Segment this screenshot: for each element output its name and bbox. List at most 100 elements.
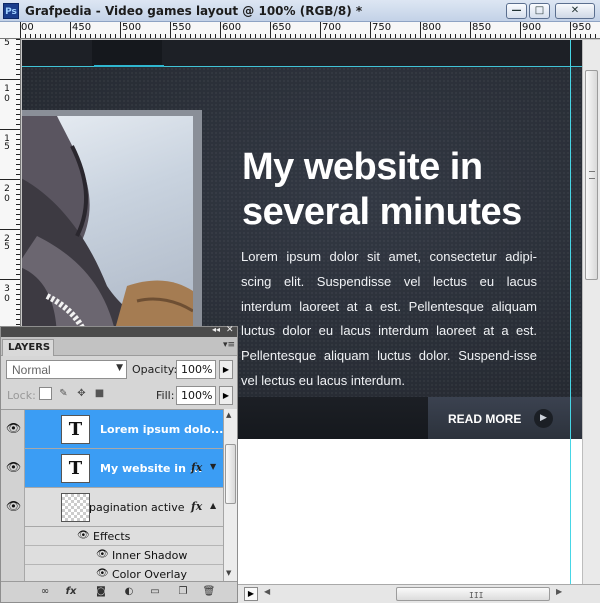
hero-photo [22, 116, 193, 340]
layer-list-scroll-thumb[interactable] [225, 444, 236, 504]
eye-icon[interactable]: 👁 [96, 568, 109, 579]
panel-header[interactable]: ◂◂ ✕ [1, 325, 237, 337]
fill-dropdown-icon[interactable]: ▶ [219, 386, 233, 405]
group-icon[interactable]: ▭ [147, 585, 163, 599]
effect-row[interactable]: 👁 Color Overlay [1, 565, 223, 581]
ruler-tick [0, 179, 20, 180]
ruler-minor-tick [390, 34, 391, 38]
ruler-tick [16, 214, 20, 215]
maximize-button[interactable]: □ [529, 3, 550, 19]
grip-icon [589, 171, 595, 179]
eye-icon[interactable]: 👁 [96, 549, 109, 560]
lock-transparency-icon[interactable] [39, 387, 52, 400]
ruler-minor-tick [505, 34, 506, 38]
lock-image-brush-icon[interactable]: ✎ [57, 387, 70, 400]
close-panel-icon[interactable]: ✕ [226, 325, 234, 335]
eye-icon[interactable]: 👁 [6, 422, 21, 434]
ruler-label: 0 [4, 194, 10, 204]
ruler-minor-tick [65, 34, 66, 38]
collapse-effects-icon[interactable]: ▲ [210, 501, 216, 510]
document-status-bar: ▶ ◀ III ▶ [238, 584, 600, 603]
opacity-dropdown-icon[interactable]: ▶ [219, 360, 233, 379]
fx-icon[interactable]: fx [63, 585, 79, 599]
ruler-tick [16, 319, 20, 320]
layer-row[interactable]: 👁 T Lorem ipsum dolo... [1, 410, 223, 449]
link-icon[interactable]: ∞ [37, 585, 53, 599]
horizontal-ruler[interactable]: 00 450 500 550 600 650 700 750 800 850 900 950 [0, 22, 600, 39]
scroll-right-icon[interactable]: ▶ [556, 587, 562, 596]
hero-title-line-1: My website in [242, 146, 483, 188]
ruler-minor-tick [595, 34, 596, 38]
ruler-label: 450 [72, 22, 92, 33]
ruler-tick [16, 264, 20, 265]
trash-icon[interactable]: 🗑 [201, 585, 217, 599]
ruler-tick [16, 64, 20, 65]
panel-menu-icon[interactable]: ▾≡ [223, 340, 235, 350]
hero-title-line-2: several minutes [242, 191, 522, 233]
ruler-tick [16, 124, 20, 125]
scroll-left-icon[interactable]: ◀ [264, 587, 270, 596]
ruler-minor-tick [350, 34, 351, 38]
layer-row[interactable]: 👁 pagination active fx ▲ [1, 488, 223, 527]
ruler-tick [16, 204, 20, 205]
ruler-minor-tick [215, 34, 216, 38]
ruler-minor-tick [40, 34, 41, 38]
new-layer-icon[interactable]: ❐ [175, 585, 191, 599]
ruler-minor-tick [430, 34, 431, 38]
eye-icon[interactable]: 👁 [6, 500, 21, 512]
play-icon[interactable]: ▶ [244, 587, 258, 601]
ruler-minor-tick [30, 34, 31, 38]
lock-all-icon[interactable]: ■ [93, 387, 106, 400]
eye-icon[interactable]: 👁 [77, 530, 90, 541]
ruler-tick [16, 139, 20, 140]
adjustment-icon[interactable]: ◐ [121, 585, 137, 599]
ruler-tick [16, 134, 20, 135]
layer-row[interactable]: 👁 T My website in ... fx ▼ [1, 449, 223, 488]
ruler-tick [270, 22, 271, 38]
ruler-label: 700 [322, 22, 342, 33]
ruler-minor-tick [240, 34, 241, 38]
lock-position-move-icon[interactable]: ✥ [75, 387, 88, 400]
window-title-bar[interactable]: Ps Grafpedia - Video games layout @ 100%… [0, 0, 600, 22]
ruler-minor-tick [440, 34, 441, 38]
ruler-minor-tick [145, 34, 146, 38]
ruler-minor-tick [125, 34, 126, 38]
collapse-panel-icon[interactable]: ◂◂ [212, 325, 220, 334]
horizontal-scroll-thumb[interactable]: III [396, 587, 550, 601]
ruler-minor-tick [160, 34, 161, 38]
scroll-down-icon[interactable]: ▼ [226, 569, 231, 577]
expand-effects-icon[interactable]: ▼ [210, 462, 216, 471]
scroll-up-icon[interactable]: ▲ [226, 411, 231, 419]
ruler-minor-tick [310, 34, 311, 38]
ruler-tick [370, 22, 371, 38]
layer-name: Lorem ipsum dolo... [100, 423, 223, 436]
visibility-column [1, 527, 25, 546]
ruler-tick [16, 324, 20, 325]
ruler-minor-tick [535, 34, 536, 38]
vertical-guide[interactable] [570, 40, 571, 585]
ruler-label: 500 [122, 22, 142, 33]
tab-layers[interactable]: LAYERS [2, 339, 54, 356]
grip-icon: III [469, 591, 484, 600]
vertical-scroll-thumb[interactable] [585, 70, 598, 280]
mask-icon[interactable]: ◙ [93, 585, 109, 599]
ruler-tick [16, 239, 20, 240]
blend-mode-select[interactable]: Normal ▼ [6, 360, 127, 379]
document-vertical-scrollbar[interactable] [582, 40, 600, 585]
ruler-tick [16, 304, 20, 305]
eye-icon[interactable]: 👁 [6, 461, 21, 473]
ruler-label: 800 [422, 22, 442, 33]
ruler-minor-tick [225, 34, 226, 38]
ruler-minor-tick [75, 34, 76, 38]
layer-list-scrollbar[interactable]: ▲ ▼ [223, 409, 237, 581]
effect-row[interactable]: 👁 Inner Shadow [1, 546, 223, 565]
minimize-button[interactable]: — [506, 3, 527, 19]
window-title: Grafpedia - Video games layout @ 100% (R… [25, 4, 363, 18]
ruler-minor-tick [560, 34, 561, 38]
ruler-minor-tick [410, 34, 411, 38]
opacity-field[interactable]: 100% [176, 360, 216, 379]
close-button[interactable]: ✕ [555, 3, 595, 19]
vertical-ruler[interactable]: 51015202530 [0, 39, 21, 329]
effects-row[interactable]: 👁 Effects [1, 527, 223, 546]
fill-field[interactable]: 100% [176, 386, 216, 405]
